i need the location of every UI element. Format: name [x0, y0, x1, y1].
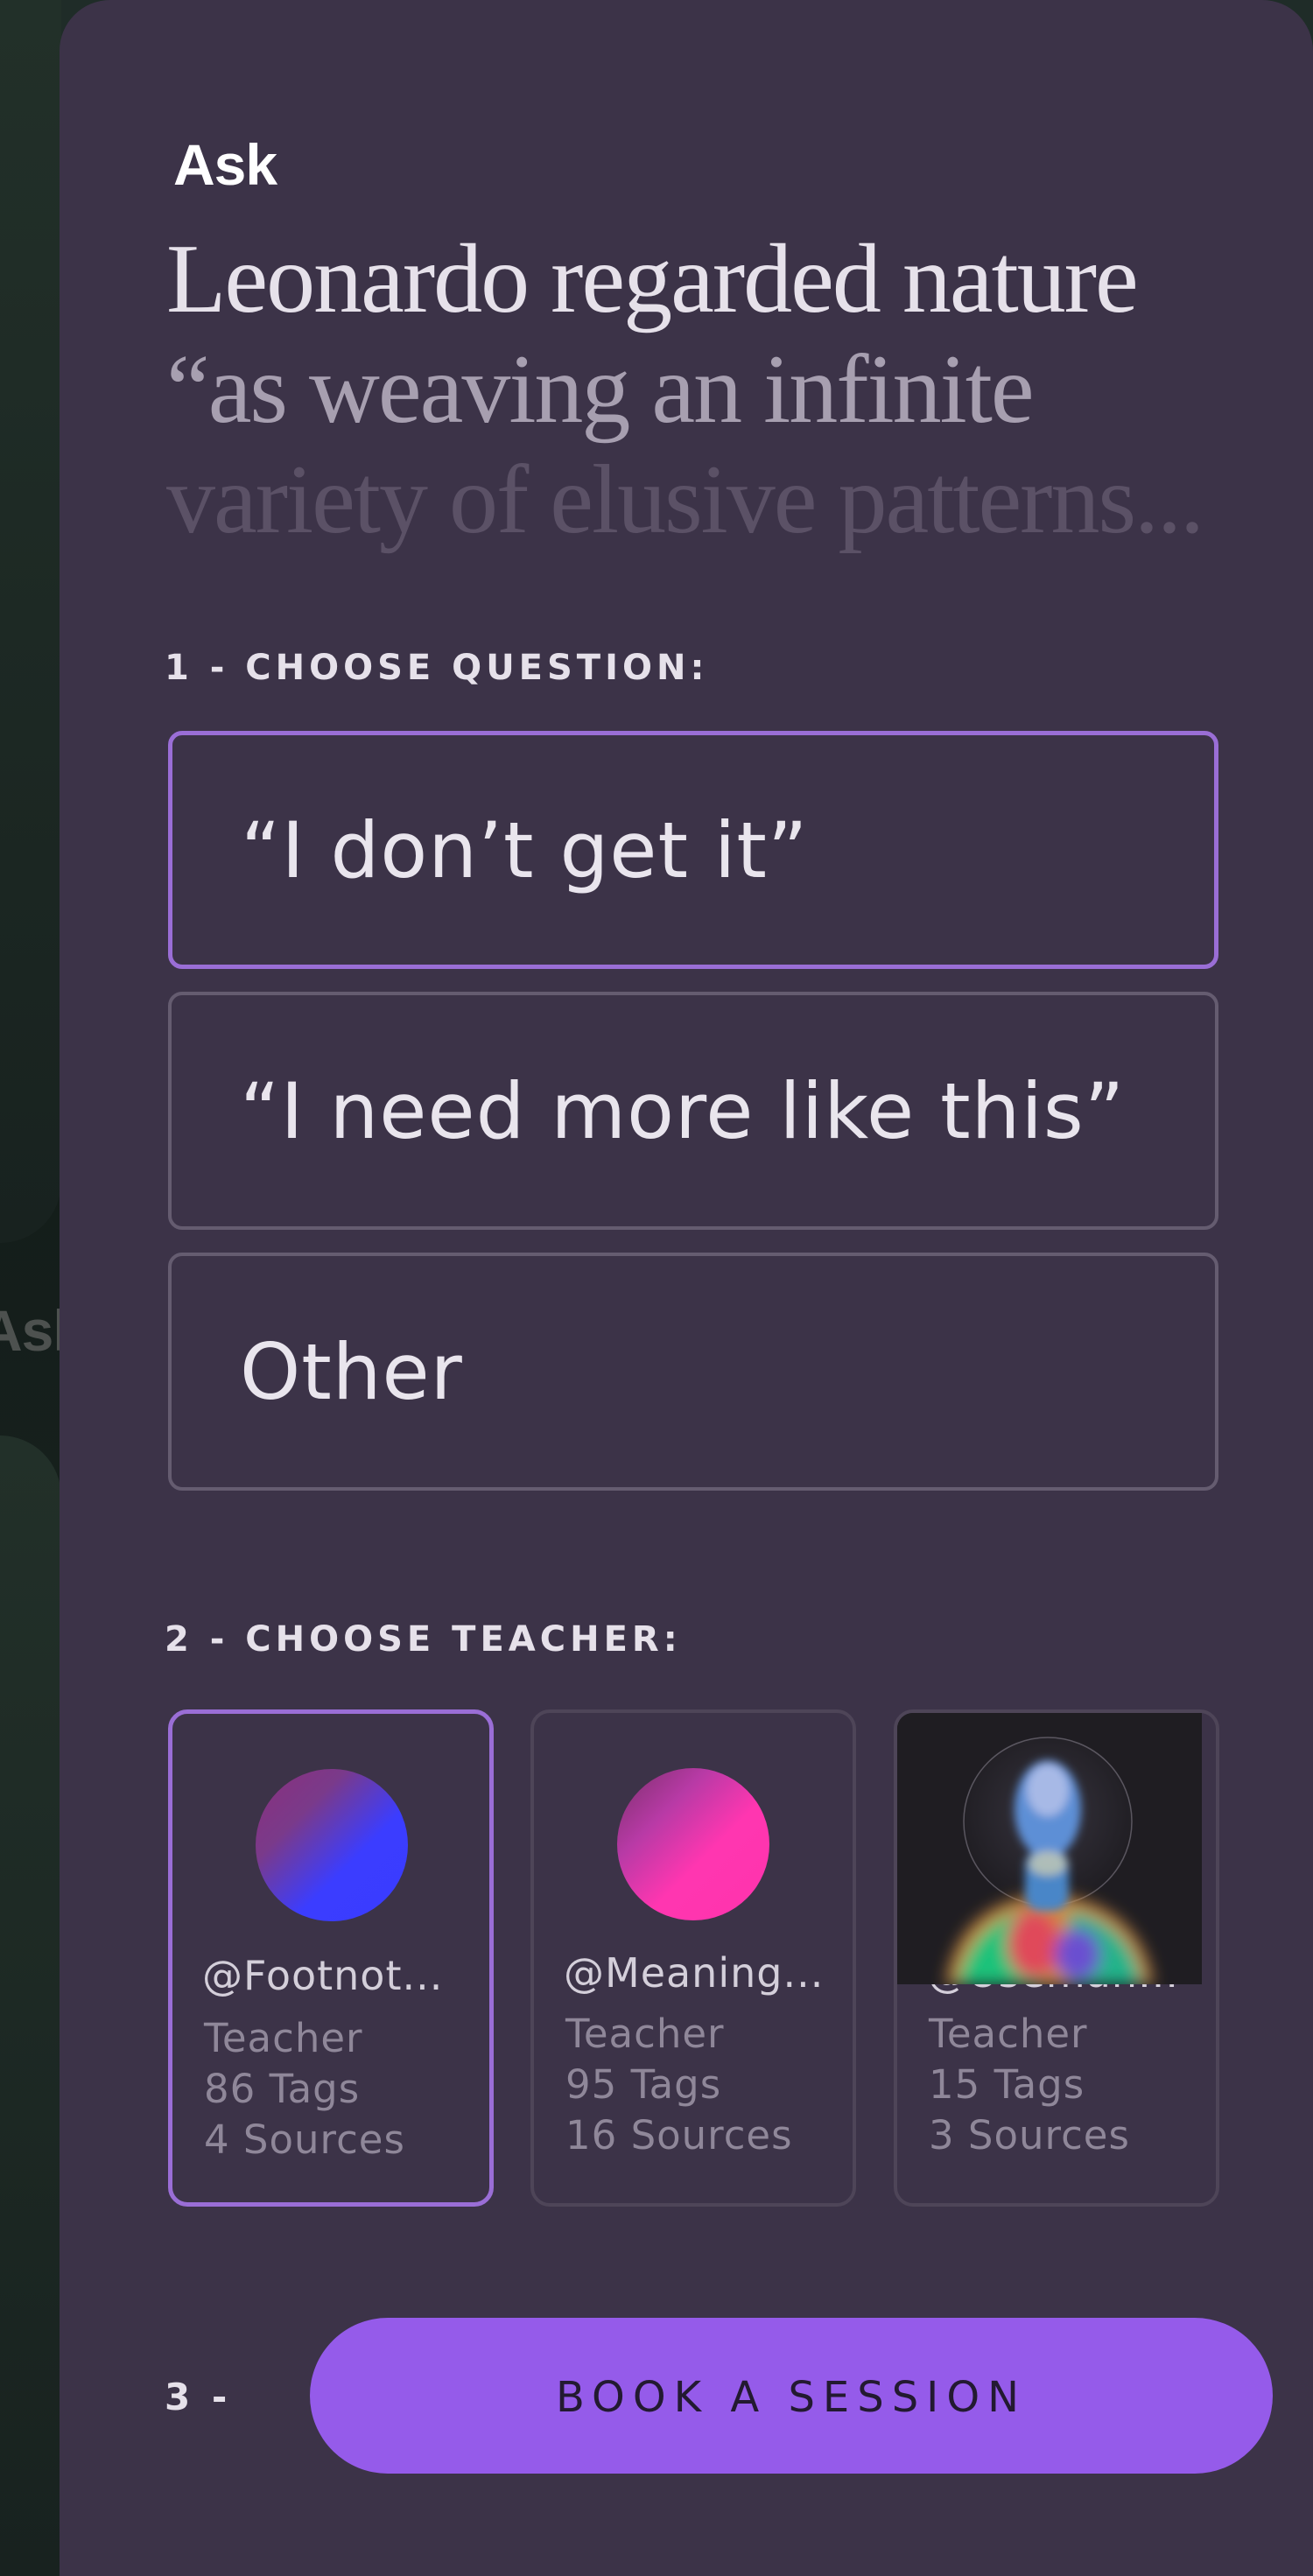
choose-question-label: 1 - CHOOSE QUESTION:	[165, 648, 709, 688]
step-3-label: 3 -	[165, 2376, 232, 2418]
avatar	[256, 1769, 408, 1921]
question-option-need-more[interactable]: “I need more like this”	[168, 992, 1218, 1230]
avatar	[617, 1768, 769, 1920]
quote-line-1: Leonardo regarded nature	[166, 225, 1139, 333]
teacher-sources-count: 4 Sources	[204, 2116, 405, 2163]
teacher-card[interactable]: @Useman... Teacher 15 Tags 3 Sources	[894, 1709, 1219, 2207]
quote-line-3: variety of elusive patterns...	[166, 446, 1204, 554]
question-option-other[interactable]: Other	[168, 1253, 1218, 1491]
teacher-role: Teacher	[204, 2015, 363, 2061]
quote-line-2: “as weaving an infinite	[166, 335, 1035, 444]
book-session-button[interactable]: BOOK A SESSION	[310, 2318, 1273, 2474]
teacher-card[interactable]: @Footnot... Teacher 86 Tags 4 Sources	[168, 1709, 494, 2207]
teacher-tags-count: 95 Tags	[565, 2061, 722, 2108]
avatar-photo	[897, 1713, 1202, 1984]
background-card-bottom[interactable]	[0, 1435, 61, 2576]
teacher-tags-count: 15 Tags	[929, 2061, 1085, 2108]
teacher-sources-count: 3 Sources	[929, 2112, 1130, 2158]
teacher-handle: @Meaning...	[564, 1949, 825, 1997]
teacher-role: Teacher	[929, 2011, 1088, 2057]
ask-panel: Ask Leonardo regarded nature “as weaving…	[60, 0, 1313, 2576]
question-option-dont-get-it[interactable]: “I don’t get it”	[168, 731, 1218, 969]
panel-title: Ask	[173, 132, 277, 197]
context-quote: Leonardo regarded nature “as weaving an …	[166, 224, 1304, 555]
teacher-role: Teacher	[565, 2011, 725, 2057]
background-card-top[interactable]	[0, 0, 61, 1243]
teacher-sources-count: 16 Sources	[565, 2112, 793, 2158]
teacher-tags-count: 86 Tags	[204, 2066, 361, 2112]
choose-teacher-label: 2 - CHOOSE TEACHER:	[165, 1619, 682, 1660]
screen: Ask Ask Leonardo regarded nature “as wea…	[0, 0, 1313, 2576]
teacher-card[interactable]: @Meaning... Teacher 95 Tags 16 Sources	[530, 1709, 856, 2207]
teacher-handle: @Footnot...	[202, 1952, 444, 1999]
